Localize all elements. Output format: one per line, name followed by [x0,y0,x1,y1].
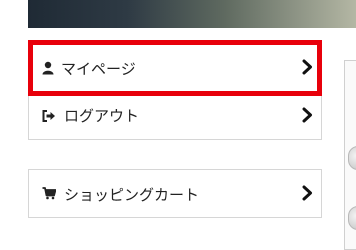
chevron-right-icon [301,107,313,123]
menu-item-label: マイページ [61,60,136,78]
menu-item-label: ログアウト [64,107,140,125]
chevron-right-icon [301,185,313,201]
user-icon [41,61,55,75]
menu-item-logout[interactable]: ログアウト [28,95,322,140]
menu-item-label: ショッピングカート [64,186,200,204]
menu-item-cart[interactable]: ショッピングカート [28,169,322,218]
chevron-right-icon [301,59,313,75]
menu-item-mypage[interactable]: マイページ [28,40,322,96]
header-banner [28,0,356,28]
cart-icon [42,186,56,200]
sign-out-icon [42,109,56,123]
